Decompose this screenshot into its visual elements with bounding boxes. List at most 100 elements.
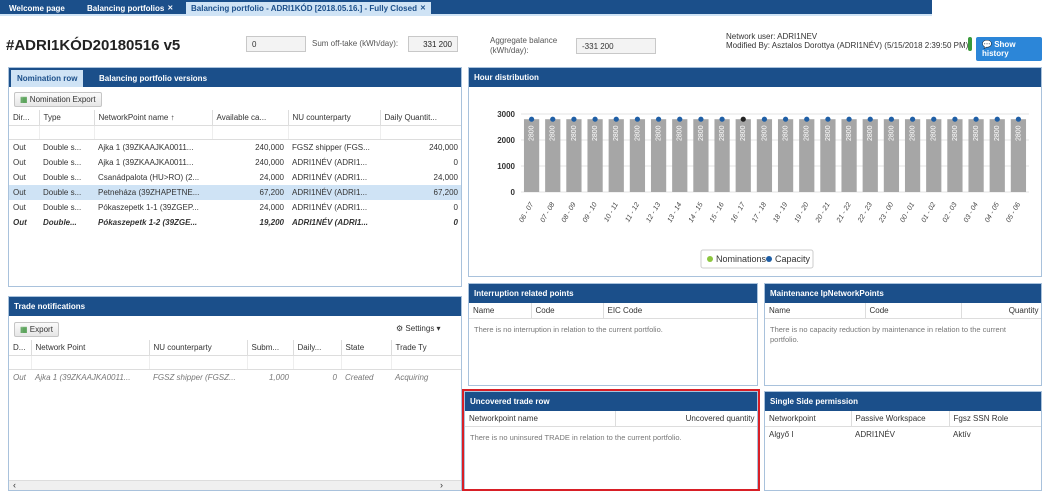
gear-icon: ⚙	[396, 324, 404, 333]
settings-button[interactable]: ⚙ Settings ▾	[391, 322, 446, 335]
tab-portfolio-versions[interactable]: Balancing portfolio versions	[93, 70, 213, 87]
version-field[interactable]: 0	[246, 36, 306, 52]
filter-cell[interactable]	[293, 355, 342, 370]
cell: Double s...	[43, 173, 82, 182]
cell: Acquiring	[395, 373, 429, 382]
col-code[interactable]: Code	[531, 303, 604, 319]
table-row-selected[interactable]: Out Double s... Petneháza (39ZHAPETNE... 67…	[9, 185, 461, 200]
filter-cell[interactable]	[31, 355, 150, 370]
col-code[interactable]: Code	[865, 303, 962, 319]
tab-label: Balancing portfolios	[87, 4, 165, 13]
capacity-point	[825, 116, 831, 122]
table-row[interactable]: Out Double s... Pókaszepetk 1-1 (39ZGEP...…	[9, 200, 461, 215]
sum-offtake-label: Sum off-take (kWh/day):	[312, 39, 399, 48]
empty-message: There is no interruption in relation to …	[474, 325, 663, 334]
col-networkpoint[interactable]: Networkpoint	[765, 411, 852, 427]
capacity-point	[1015, 116, 1022, 122]
tabbar-corner	[932, 0, 1042, 16]
col-submitted[interactable]: Subm...	[247, 340, 294, 356]
tab-balancing-portfolios[interactable]: Balancing portfolios ✕	[82, 2, 178, 16]
x-tick-label: 21 - 22	[835, 201, 853, 224]
cell: Algyő I	[769, 430, 794, 439]
data-label: 2800	[592, 125, 599, 141]
filter-cell[interactable]	[94, 125, 213, 140]
x-tick-label: 14 - 15	[688, 201, 705, 223]
col-name[interactable]: Name	[469, 303, 532, 319]
filter-cell[interactable]	[391, 355, 461, 370]
hour-distribution-title: Hour distribution	[469, 68, 1041, 87]
x-tick-label: 15 - 16	[709, 201, 726, 223]
table-row[interactable]: Out Double s... Ajka 1 (39ZKAAJKA0011... 24…	[9, 155, 461, 170]
col-trade-type[interactable]: Trade Ty	[391, 340, 461, 356]
filter-cell[interactable]	[9, 125, 40, 140]
col-available[interactable]: Available ca...	[212, 110, 289, 126]
tab-welcome[interactable]: Welcome page	[4, 2, 70, 16]
export-button[interactable]: ▦ Export	[14, 322, 59, 337]
cell: Double...	[43, 218, 77, 227]
col-ssn-role[interactable]: Fgsz SSN Role	[949, 411, 1041, 427]
network-user: Network user: ADRI1NEV	[726, 32, 818, 41]
x-tick-label: 23 - 00	[878, 201, 896, 224]
cell: Double s...	[39, 185, 94, 200]
data-label: 2800	[804, 125, 811, 141]
data-label: 2800	[529, 125, 536, 141]
filter-cell[interactable]	[288, 125, 381, 140]
capacity-point	[782, 116, 789, 122]
cell: 0	[453, 218, 458, 227]
data-label: 2800	[613, 125, 620, 141]
col-state[interactable]: State	[341, 340, 392, 356]
filter-cell[interactable]	[212, 125, 289, 140]
col-daily-quantity[interactable]: Daily Quantit...	[380, 110, 461, 126]
col-direction[interactable]: D...	[9, 340, 32, 356]
data-label: 2800	[825, 125, 832, 141]
filter-cell[interactable]	[341, 355, 392, 370]
filter-cell[interactable]	[9, 355, 32, 370]
cell: 1,000	[268, 373, 289, 382]
table-row[interactable]: Out Ajka 1 (39ZKAAJKA0011... FGSZ shipper …	[9, 370, 461, 386]
x-tick-label: 13 - 14	[667, 201, 684, 223]
col-type[interactable]: Type	[39, 110, 95, 126]
col-network-point[interactable]: Network Point	[31, 340, 150, 356]
table-row[interactable]: Algyő I ADRI1NÉV Aktív	[765, 427, 1041, 443]
nomination-table: Dir... Type NetworkPoint name ↑ Availabl…	[9, 110, 461, 230]
x-tick-label: 02 - 03	[942, 201, 959, 223]
filter-cell[interactable]	[380, 125, 461, 140]
hour-distribution-chart: 0 1000 2000 3000 2800 06 - 07 2800 07 - 08 2800 0…	[497, 110, 1029, 269]
filter-cell[interactable]	[149, 355, 248, 370]
col-quantity[interactable]: Quantity	[961, 303, 1041, 319]
col-eic-code[interactable]: EIC Code	[603, 303, 757, 319]
col-counterparty[interactable]: NU counterparty	[149, 340, 248, 356]
tab-nomination-row[interactable]: Nomination row	[11, 70, 84, 87]
col-counterparty[interactable]: NU counterparty	[288, 110, 381, 126]
legend-capacity-label: Capacity	[775, 254, 811, 264]
horizontal-scrollbar[interactable]: ‹ ›	[9, 480, 461, 490]
col-passive-workspace[interactable]: Passive Workspace	[851, 411, 950, 427]
data-label: 2800	[698, 125, 705, 141]
close-icon[interactable]: ✕	[420, 5, 426, 12]
legend-capacity-marker	[766, 256, 772, 262]
scroll-right-icon[interactable]: ›	[440, 480, 443, 490]
show-history-button[interactable]: 💬 Show history	[976, 37, 1042, 61]
data-label: 2800	[952, 125, 959, 141]
table-row[interactable]: Out Double... Pókaszepetk 1-2 (39ZGE... 19,…	[9, 215, 461, 230]
interruption-panel: Interruption related points Name Code EIC …	[468, 283, 758, 386]
table-row[interactable]: Out Double s... Ajka 1 (39ZKAAJKA0011... 24…	[9, 140, 461, 156]
col-direction[interactable]: Dir...	[9, 110, 40, 126]
capacity-point	[613, 116, 619, 122]
scroll-left-icon[interactable]: ‹	[13, 480, 16, 490]
nomination-export-button[interactable]: ▦ Nomination Export	[14, 92, 102, 107]
cell: 0	[453, 203, 458, 212]
col-name[interactable]: Name	[765, 303, 866, 319]
close-icon[interactable]: ✕	[167, 5, 173, 12]
capacity-point	[740, 116, 746, 122]
table-row[interactable]: Out Double s... Csanádpalota (HU>RO) (2...…	[9, 170, 461, 185]
capacity-point	[973, 116, 979, 122]
filter-cell[interactable]	[247, 355, 294, 370]
col-daily[interactable]: Daily...	[293, 340, 342, 356]
x-tick-label: 06 - 07	[518, 201, 536, 224]
col-networkpoint[interactable]: NetworkPoint name ↑	[94, 110, 213, 126]
x-tick-label: 01 - 02	[921, 201, 938, 223]
filter-cell[interactable]	[39, 125, 95, 140]
data-label: 2800	[740, 125, 747, 141]
tab-balancing-portfolio-detail[interactable]: Balancing portfolio - ADRI1KÓD [2018.05.…	[186, 2, 431, 16]
